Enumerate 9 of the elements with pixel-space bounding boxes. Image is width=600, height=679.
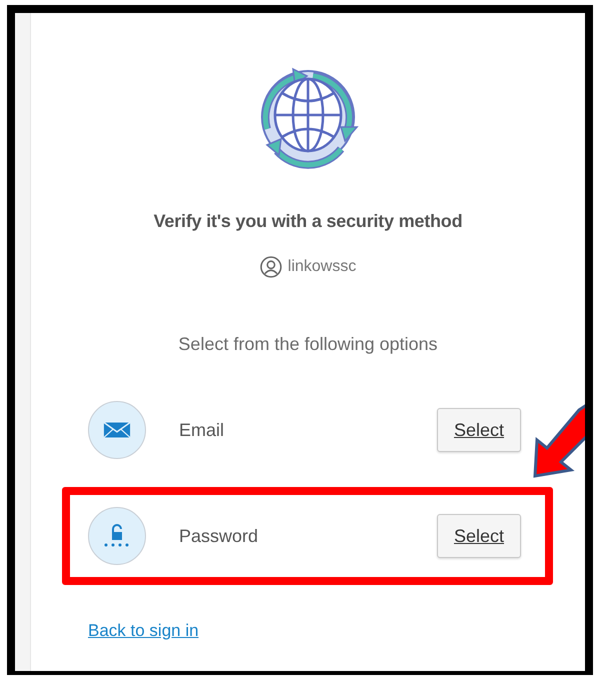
select-button[interactable]: Select [437, 514, 521, 558]
select-button[interactable]: Select [437, 408, 521, 452]
page-heading: Verify it's you with a security method [154, 211, 462, 232]
user-icon [260, 256, 282, 278]
back-link[interactable]: Back to sign in [88, 621, 199, 641]
method-label: Password [179, 526, 260, 546]
options-prompt: Select from the following options [178, 334, 438, 355]
username: linkowssc [288, 258, 356, 276]
method-label: Email [179, 420, 226, 440]
